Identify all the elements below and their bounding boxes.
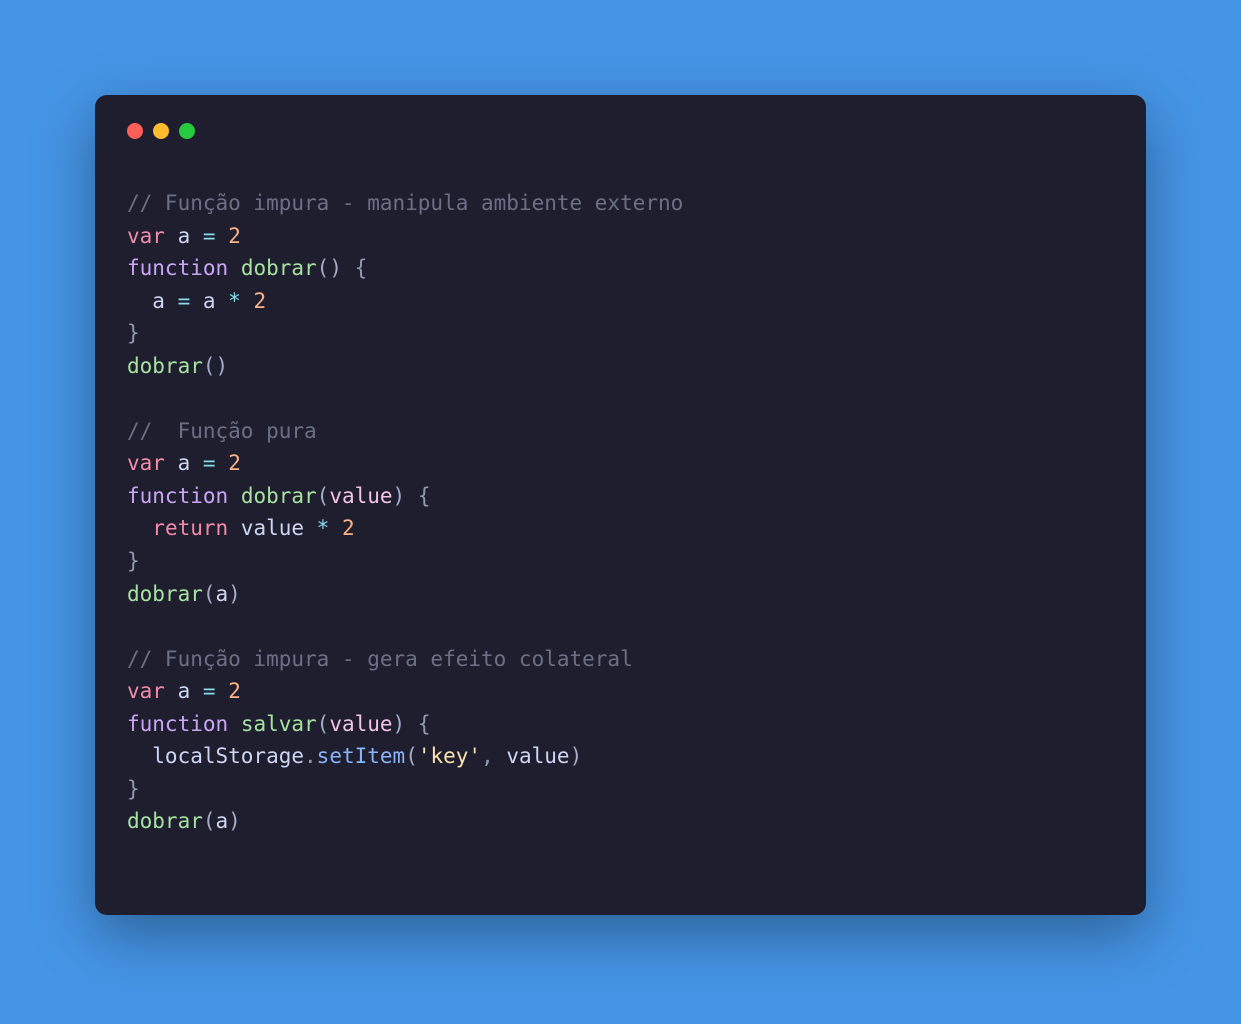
code-token-keyword: function bbox=[127, 256, 228, 280]
code-token-func: dobrar bbox=[127, 809, 203, 833]
code-token-func: dobrar bbox=[127, 582, 203, 606]
code-token-punc: { bbox=[418, 484, 431, 508]
code-window: // Função impura - manipula ambiente ext… bbox=[95, 95, 1146, 915]
code-token-ident bbox=[329, 516, 342, 540]
code-line: var a = 2 bbox=[127, 447, 1114, 480]
code-token-ident bbox=[216, 224, 229, 248]
code-token-func: salvar bbox=[241, 712, 317, 736]
code-token-punc: } bbox=[127, 777, 140, 801]
code-token-punc: , bbox=[481, 744, 494, 768]
code-token-ident: a bbox=[165, 679, 203, 703]
maximize-icon[interactable] bbox=[179, 123, 195, 139]
code-line: localStorage.setItem('key', value) bbox=[127, 740, 1114, 773]
code-line: function dobrar() { bbox=[127, 252, 1114, 285]
code-token-ident: a bbox=[165, 224, 203, 248]
code-token-punc: { bbox=[418, 712, 431, 736]
code-token-number: 2 bbox=[228, 679, 241, 703]
code-token-punc: } bbox=[127, 549, 140, 573]
code-token-punc: . bbox=[304, 744, 317, 768]
code-token-ident bbox=[216, 679, 229, 703]
code-line: // Função impura - gera efeito colateral bbox=[127, 643, 1114, 676]
code-token-paren: ) bbox=[393, 484, 406, 508]
code-token-ident: localStorage bbox=[127, 744, 304, 768]
close-icon[interactable] bbox=[127, 123, 143, 139]
code-token-func: dobrar bbox=[241, 256, 317, 280]
code-token-punc: { bbox=[355, 256, 368, 280]
code-token-paren: ) bbox=[228, 582, 241, 606]
code-token-method: setItem bbox=[317, 744, 406, 768]
code-token-param: value bbox=[329, 712, 392, 736]
code-token-ident: a bbox=[216, 809, 229, 833]
code-token-keyword: function bbox=[127, 484, 228, 508]
code-token-paren: () bbox=[203, 354, 228, 378]
traffic-lights bbox=[127, 123, 1114, 139]
code-token-comment: // Função pura bbox=[127, 419, 317, 443]
code-token-number: 2 bbox=[253, 289, 266, 313]
code-token-op: = bbox=[203, 224, 216, 248]
minimize-icon[interactable] bbox=[153, 123, 169, 139]
code-token-punc: } bbox=[127, 321, 140, 345]
code-line: } bbox=[127, 317, 1114, 350]
code-token-func: dobrar bbox=[127, 354, 203, 378]
code-token-var: return bbox=[152, 516, 228, 540]
code-token-ident: value bbox=[228, 516, 317, 540]
code-token-var: var bbox=[127, 679, 165, 703]
code-token-ident: a bbox=[127, 289, 178, 313]
code-token-keyword: function bbox=[127, 712, 228, 736]
code-token-ident bbox=[405, 712, 418, 736]
code-token-ident bbox=[228, 256, 241, 280]
code-token-comment: // Função impura - manipula ambiente ext… bbox=[127, 191, 683, 215]
code-line: // Função impura - manipula ambiente ext… bbox=[127, 187, 1114, 220]
code-token-op: * bbox=[228, 289, 241, 313]
code-token-ident: a bbox=[165, 451, 203, 475]
code-token-paren: ) bbox=[228, 809, 241, 833]
code-token-op: = bbox=[203, 679, 216, 703]
code-line: dobrar(a) bbox=[127, 805, 1114, 838]
code-line: } bbox=[127, 545, 1114, 578]
code-token-ident: value bbox=[494, 744, 570, 768]
code-token-paren: ( bbox=[317, 712, 330, 736]
code-token-ident: a bbox=[190, 289, 228, 313]
code-line bbox=[127, 382, 1114, 415]
code-token-var: var bbox=[127, 451, 165, 475]
code-token-paren: ) bbox=[570, 744, 583, 768]
code-token-op: * bbox=[317, 516, 330, 540]
code-token-ident bbox=[342, 256, 355, 280]
code-line: dobrar(a) bbox=[127, 578, 1114, 611]
code-token-paren: ) bbox=[393, 712, 406, 736]
code-line: function salvar(value) { bbox=[127, 708, 1114, 741]
code-line: return value * 2 bbox=[127, 512, 1114, 545]
code-token-comment: // Função impura - gera efeito colateral bbox=[127, 647, 633, 671]
code-token-number: 2 bbox=[228, 451, 241, 475]
code-line bbox=[127, 610, 1114, 643]
code-token-number: 2 bbox=[228, 224, 241, 248]
code-line: function dobrar(value) { bbox=[127, 480, 1114, 513]
code-token-var: var bbox=[127, 224, 165, 248]
code-token-paren: ( bbox=[317, 484, 330, 508]
code-token-ident: a bbox=[216, 582, 229, 606]
code-token-ident bbox=[405, 484, 418, 508]
code-line: // Função pura bbox=[127, 415, 1114, 448]
code-token-ident bbox=[228, 712, 241, 736]
code-token-number: 2 bbox=[342, 516, 355, 540]
code-token-ident bbox=[127, 516, 152, 540]
code-token-param: value bbox=[329, 484, 392, 508]
code-token-ident bbox=[241, 289, 254, 313]
code-line: } bbox=[127, 773, 1114, 806]
code-token-ident bbox=[228, 484, 241, 508]
code-token-paren: ( bbox=[405, 744, 418, 768]
code-block[interactable]: // Função impura - manipula ambiente ext… bbox=[127, 187, 1114, 838]
code-line: dobrar() bbox=[127, 350, 1114, 383]
code-token-paren: () bbox=[317, 256, 342, 280]
code-line: var a = 2 bbox=[127, 675, 1114, 708]
code-token-string: 'key' bbox=[418, 744, 481, 768]
code-token-ident bbox=[216, 451, 229, 475]
code-line: var a = 2 bbox=[127, 220, 1114, 253]
code-line: a = a * 2 bbox=[127, 285, 1114, 318]
code-token-op: = bbox=[203, 451, 216, 475]
code-token-func: dobrar bbox=[241, 484, 317, 508]
code-token-op: = bbox=[178, 289, 191, 313]
code-token-paren: ( bbox=[203, 809, 216, 833]
code-token-paren: ( bbox=[203, 582, 216, 606]
